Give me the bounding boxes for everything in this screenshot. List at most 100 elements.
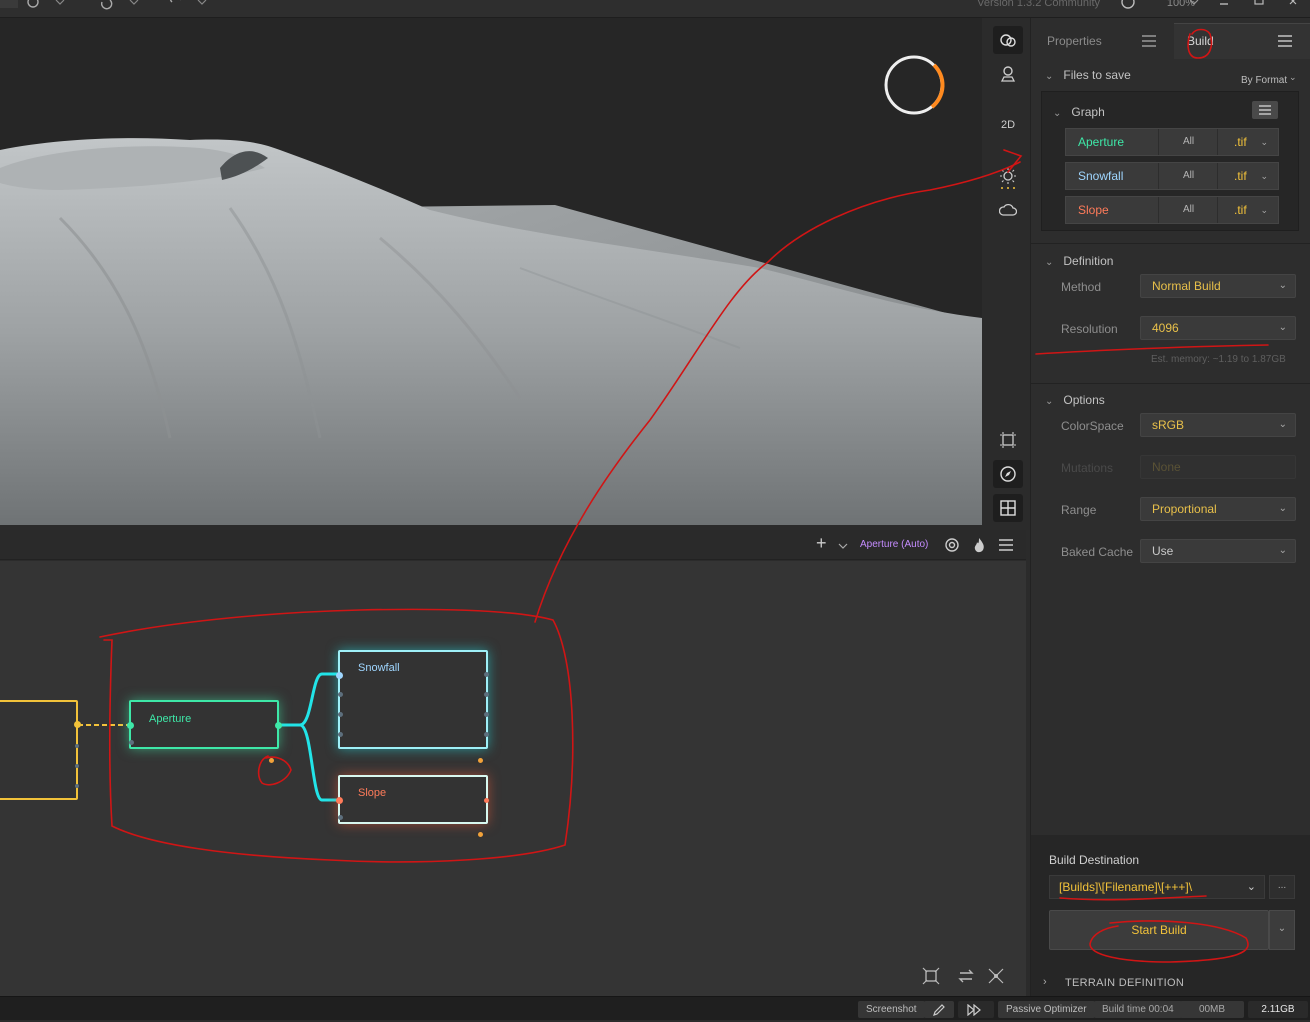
passive-optimizer[interactable]: Passive Optimizer — [998, 1001, 1095, 1018]
mask-port[interactable] — [269, 758, 274, 763]
colorspace-label: ColorSpace — [1061, 419, 1124, 433]
channel-select[interactable]: All — [1160, 163, 1218, 189]
link-icon[interactable] — [993, 26, 1023, 54]
options-header[interactable]: ⌄ Options — [1045, 393, 1105, 407]
build-menu-icon[interactable] — [1277, 35, 1293, 47]
browse-button[interactable]: ... — [1269, 875, 1295, 899]
definition-header[interactable]: ⌄ Definition — [1045, 254, 1113, 268]
graph-group-header[interactable]: ⌄ Graph — [1053, 105, 1105, 119]
tab-properties[interactable]: Properties — [1047, 34, 1102, 48]
range-select[interactable]: Proportional ⌄ — [1140, 497, 1296, 521]
chevron-down-icon[interactable]: ⌄ — [1260, 129, 1268, 155]
quick-tools[interactable] — [0, 0, 210, 18]
channel-select[interactable]: All — [1160, 197, 1218, 223]
chevron-down-icon[interactable]: ⌄ — [1260, 197, 1268, 223]
3d-viewport[interactable] — [0, 18, 982, 525]
terrain-render — [0, 18, 982, 525]
input-port[interactable] — [336, 797, 343, 804]
port — [484, 712, 489, 717]
resolution-select[interactable]: 4096 ⌄ — [1140, 316, 1296, 340]
format-select[interactable]: .tif — [1234, 197, 1247, 223]
add-node-button[interactable]: + — [816, 533, 827, 554]
start-build-options[interactable]: ⌄ — [1269, 910, 1295, 950]
colorspace-select[interactable]: sRGB ⌄ — [1140, 413, 1296, 437]
format-select[interactable]: .tif — [1234, 129, 1247, 155]
chevron-down-icon[interactable]: ⌄ — [1247, 876, 1256, 898]
tab-build[interactable]: Build — [1187, 34, 1214, 48]
start-build-button[interactable]: Start Build — [1049, 910, 1269, 950]
pencil-icon[interactable] — [924, 1001, 954, 1018]
range-label: Range — [1061, 503, 1097, 517]
chevron-down-icon: ⌄ — [1278, 503, 1287, 514]
chevron-down-icon[interactable]: ⌄ — [1289, 72, 1297, 83]
chevron-down-icon: ⌄ — [1045, 71, 1054, 82]
output-port[interactable] — [275, 722, 282, 729]
file-name: Snowfall — [1066, 163, 1159, 189]
chevron-down-icon: ⌄ — [1278, 419, 1287, 430]
compass-icon[interactable] — [993, 460, 1023, 488]
graph-menu-icon[interactable] — [998, 539, 1014, 551]
port — [484, 672, 489, 677]
chevron-down-icon: ⌄ — [1278, 545, 1287, 556]
chevron-down-icon — [55, 0, 65, 5]
status-bar: Screenshot Passive Optimizer Build time … — [0, 996, 1310, 1020]
chevron-down-icon[interactable] — [838, 542, 848, 550]
file-row-snowfall[interactable]: Snowfall All .tif ⌄ — [1065, 162, 1279, 190]
output-port[interactable] — [484, 798, 489, 803]
at-icon[interactable] — [944, 537, 960, 553]
sun-icon[interactable] — [993, 164, 1023, 192]
port — [484, 732, 489, 737]
slope-node[interactable]: Slope — [336, 775, 489, 837]
group-menu-button[interactable] — [1252, 101, 1278, 119]
grid-view-icon[interactable] — [993, 494, 1023, 522]
format-select[interactable]: .tif — [1234, 163, 1247, 189]
camera-pin-icon[interactable] — [993, 60, 1023, 88]
aperture-node[interactable]: Aperture — [127, 700, 282, 763]
memory-usage: 00MB — [1180, 1001, 1244, 1018]
chevron-down-icon: ⌄ — [1053, 108, 1062, 119]
settings-icon[interactable] — [27, 0, 39, 8]
graph-view-tools[interactable] — [922, 967, 1012, 985]
terrain-definition-header[interactable]: TERRAIN DEFINITION — [1065, 977, 1184, 989]
divider — [1031, 383, 1310, 384]
upstream-node[interactable] — [0, 700, 81, 800]
view-2d-button[interactable]: 2D — [993, 111, 1023, 139]
screenshot-button[interactable]: Screenshot — [858, 1001, 925, 1018]
input-port[interactable] — [336, 672, 343, 679]
channel-select[interactable]: All — [1160, 129, 1218, 155]
cloud-icon[interactable] — [993, 196, 1023, 224]
node-graph[interactable]: Aperture Snowfall Slope — [0, 561, 1026, 996]
window-controls[interactable] — [1190, 0, 1300, 10]
title-bar: Version 1.3.2 Community 100% — [0, 0, 1310, 18]
output-port[interactable] — [74, 721, 81, 728]
undo-icon[interactable] — [100, 0, 113, 10]
file-name: Slope — [1066, 197, 1159, 223]
chevron-right-icon[interactable]: › — [1043, 976, 1047, 988]
redo-icon[interactable] — [169, 0, 181, 3]
mask-port[interactable] — [478, 832, 483, 837]
file-row-slope[interactable]: Slope All .tif ⌄ — [1065, 196, 1279, 224]
active-node-label[interactable]: Aperture (Auto) — [860, 539, 928, 550]
file-row-aperture[interactable]: Aperture All .tif ⌄ — [1065, 128, 1279, 156]
node-title: Aperture — [149, 713, 192, 725]
properties-menu-icon[interactable] — [1141, 35, 1157, 47]
baked-cache-select[interactable]: Use ⌄ — [1140, 539, 1296, 563]
files-to-save-header[interactable]: ⌄ Files to save — [1045, 68, 1131, 82]
menu-fragment[interactable] — [0, 0, 18, 8]
destination-path-input[interactable]: [Builds]\[Filename]\[+++]\ ⌄ — [1049, 875, 1265, 899]
snowfall-node[interactable]: Snowfall — [336, 650, 489, 763]
fast-forward-icon[interactable] — [958, 1001, 994, 1018]
help-icon[interactable] — [1120, 0, 1136, 10]
mask-port[interactable] — [478, 758, 483, 763]
graph-toolbar: + Aperture (Auto) — [0, 530, 1026, 560]
method-label: Method — [1061, 280, 1102, 294]
input-port[interactable] — [127, 722, 134, 729]
method-select[interactable]: Normal Build ⌄ — [1140, 274, 1296, 298]
total-memory: 2.11GB — [1248, 1001, 1308, 1018]
chevron-down-icon[interactable]: ⌄ — [1260, 163, 1268, 189]
chevron-down-icon: ⌄ — [1278, 280, 1287, 291]
viewport-toolbar: 2D — [990, 18, 1026, 525]
sort-by-format[interactable]: By Format — [1241, 75, 1287, 86]
frame-icon[interactable] — [993, 426, 1023, 454]
fire-icon[interactable] — [972, 537, 986, 553]
